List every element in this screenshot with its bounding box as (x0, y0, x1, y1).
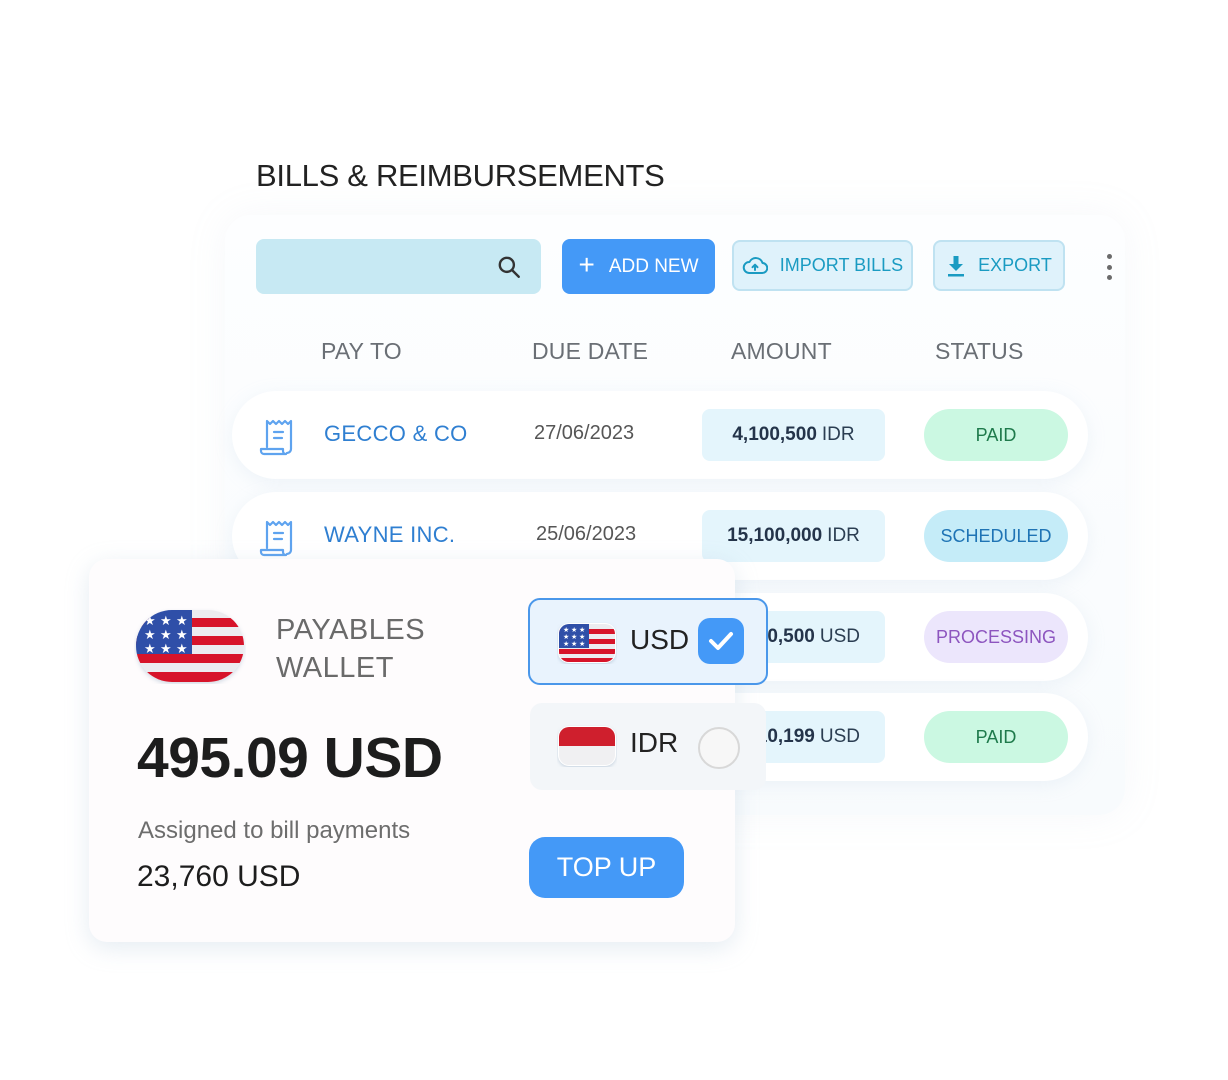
amount-value: 0,500 (767, 626, 815, 647)
amount-value: 15,100,000 (727, 525, 823, 546)
add-new-button[interactable]: + ADD NEW (562, 239, 715, 294)
wallet-name-line2: WALLET (276, 652, 394, 684)
due-date: 27/06/2023 (534, 422, 635, 444)
svg-text:★: ★ (144, 642, 156, 657)
status-badge: SCHEDULED (924, 510, 1068, 562)
export-button[interactable]: EXPORT (933, 240, 1065, 291)
id-flag-icon (558, 726, 616, 766)
cloud-upload-icon (742, 256, 768, 274)
amount-cell: 4,100,500 IDR (702, 409, 885, 461)
svg-text:★: ★ (160, 628, 172, 643)
receipt-icon (259, 520, 293, 557)
check-icon (709, 632, 733, 650)
column-header-amount[interactable]: AMOUNT (731, 338, 832, 365)
download-icon (948, 255, 965, 276)
add-new-label: ADD NEW (608, 255, 699, 277)
amount-currency: USD (819, 726, 860, 747)
export-label: EXPORT (978, 255, 1052, 275)
svg-text:★: ★ (176, 642, 188, 657)
plus-icon: + (578, 249, 595, 280)
status-badge: PAID (924, 711, 1068, 763)
svg-text:★: ★ (144, 614, 156, 629)
amount-currency: USD (819, 626, 860, 647)
more-vertical-icon[interactable] (1102, 254, 1116, 280)
assigned-amount: 23,760 USD (137, 860, 301, 893)
checkbox-unchecked[interactable] (698, 727, 740, 769)
currency-option-idr[interactable]: IDR (530, 703, 766, 790)
svg-text:★: ★ (144, 628, 156, 643)
table-header: PAY TO DUE DATE AMOUNT STATUS (0, 338, 1228, 368)
receipt-icon (259, 419, 293, 456)
us-flag-icon: ★ ★ ★ ★ ★ ★ ★ ★ ★ (558, 623, 616, 663)
column-header-pay-to[interactable]: PAY TO (321, 338, 402, 365)
wallet-balance: 495.09 USD (137, 726, 443, 790)
us-flag-icon: ★ ★ ★ ★ ★ ★ ★ ★ ★ (136, 610, 244, 682)
status-badge: PROCESSING (924, 611, 1068, 663)
column-header-status[interactable]: STATUS (935, 338, 1024, 365)
amount-currency: IDR (827, 525, 860, 546)
top-up-button[interactable]: TOP UP (529, 837, 684, 898)
wallet-name-line1: PAYABLES (276, 614, 426, 646)
pay-to-link[interactable]: GECCO & CO (324, 421, 468, 447)
amount-value: 4,100,500 (732, 424, 817, 445)
currency-option-usd[interactable]: ★ ★ ★ ★ ★ ★ ★ ★ ★ USD (528, 598, 768, 685)
import-bills-button[interactable]: IMPORT BILLS (732, 240, 913, 291)
svg-text:★: ★ (563, 640, 569, 648)
page-title: BILLS & REIMBURSEMENTS (256, 158, 665, 193)
checkbox-checked[interactable] (698, 618, 744, 664)
assigned-label: Assigned to bill payments (138, 817, 411, 844)
status-badge: PAID (924, 409, 1068, 461)
svg-text:★: ★ (571, 640, 577, 648)
svg-text:★: ★ (579, 640, 585, 648)
table-row[interactable]: GECCO & CO 27/06/2023 4,100,500 IDR PAID (232, 391, 1088, 479)
currency-code: IDR (630, 727, 679, 758)
pay-to-link[interactable]: WAYNE INC. (324, 522, 455, 548)
currency-code: USD (630, 624, 690, 655)
svg-text:★: ★ (176, 628, 188, 643)
wallet-name: PAYABLES WALLET (276, 611, 425, 687)
toolbar: + ADD NEW IMPORT BILLS EXPORT (256, 239, 1136, 295)
svg-text:★: ★ (160, 642, 172, 657)
amount-currency: IDR (821, 424, 855, 445)
svg-text:★: ★ (160, 614, 172, 629)
due-date: 25/06/2023 (536, 523, 637, 545)
svg-text:★: ★ (176, 614, 188, 629)
search-icon[interactable] (496, 254, 522, 280)
import-bills-label: IMPORT BILLS (779, 255, 904, 275)
column-header-due-date[interactable]: DUE DATE (532, 338, 648, 365)
amount-cell: 15,100,000 IDR (702, 510, 885, 562)
